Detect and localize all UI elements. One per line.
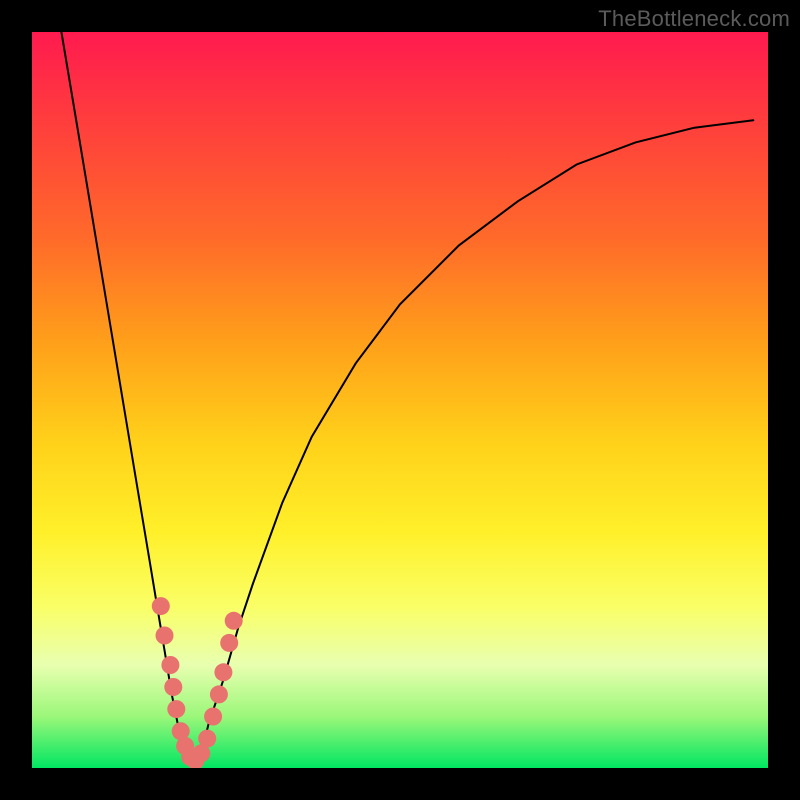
chart-frame: TheBottleneck.com <box>0 0 800 800</box>
data-point <box>204 708 222 726</box>
data-point <box>198 730 216 748</box>
data-point <box>161 656 179 674</box>
data-point <box>156 627 174 645</box>
plot-area <box>32 32 768 768</box>
knot-group <box>152 597 243 768</box>
data-point <box>225 612 243 630</box>
data-point <box>152 597 170 615</box>
data-point <box>210 685 228 703</box>
data-point <box>167 700 185 718</box>
watermark-text: TheBottleneck.com <box>598 6 790 32</box>
curve-layer <box>32 32 768 768</box>
data-point <box>214 663 232 681</box>
bottleneck-curve <box>61 32 753 768</box>
data-point <box>220 634 238 652</box>
data-point <box>164 678 182 696</box>
